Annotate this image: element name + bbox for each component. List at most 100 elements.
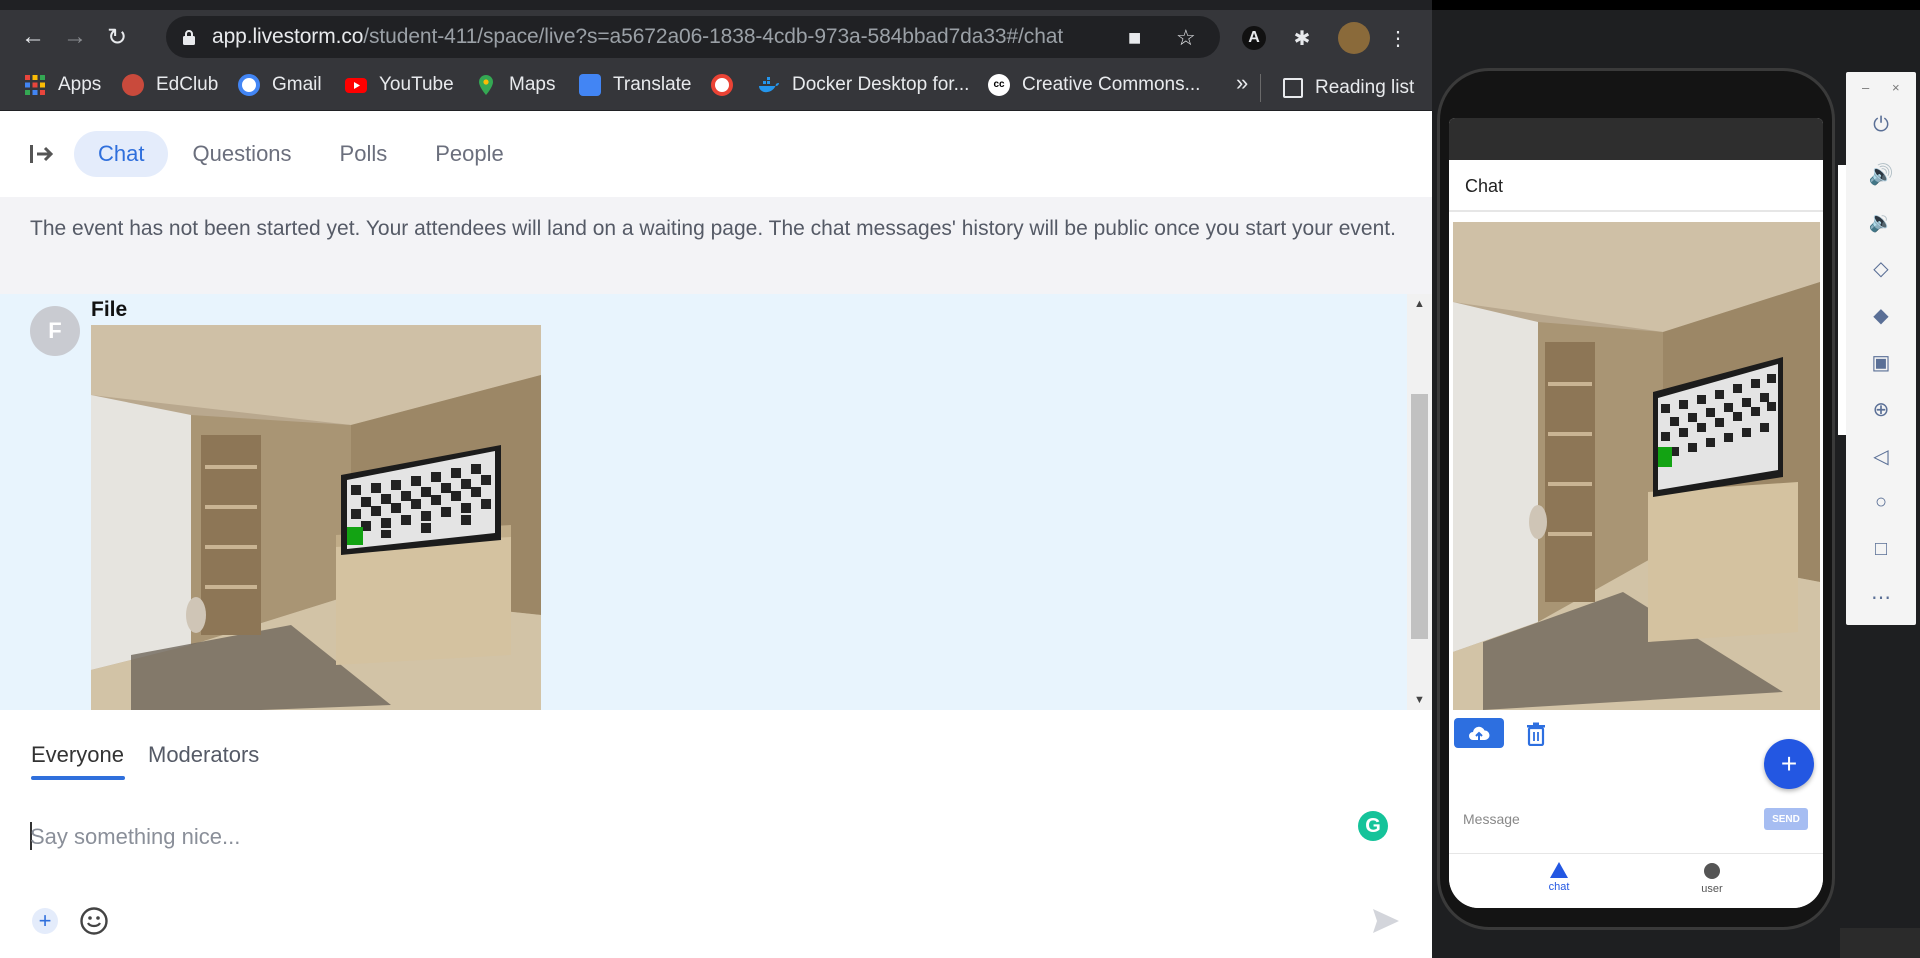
tab-strip [0,0,1432,10]
tab-everyone[interactable]: Everyone [31,742,124,768]
message-input[interactable]: Say something nice... [30,824,240,850]
chat-scrollbar[interactable]: ▲ ▼ [1407,294,1432,710]
overview-icon[interactable]: □ [1868,538,1894,564]
event-notice: The event has not been started yet. Your… [0,197,1432,294]
message-author: File [91,298,128,321]
emulator-screen: Chat + Message SEND chat user [1449,118,1823,908]
bookmark-label: Maps [509,74,556,95]
reload-icon[interactable]: ↻ [100,20,134,54]
reading-list-icon [1283,78,1303,98]
bookmark-apps[interactable]: Apps [24,74,101,96]
close-icon[interactable]: × [1892,80,1900,95]
mobile-app-bar: Chat [1449,160,1823,212]
add-fab-button[interactable]: + [1764,739,1814,789]
chat-messages: F File [0,294,1432,710]
collapse-panel-icon[interactable] [28,140,56,168]
bookmark-label: EdClub [156,74,219,95]
tab-polls[interactable]: Polls [316,131,412,177]
back-icon[interactable]: ← [16,20,50,54]
triangle-icon [1550,862,1568,878]
grammarly-icon[interactable]: G [1358,811,1388,841]
mobile-message-image[interactable] [1453,222,1820,710]
power-icon[interactable]: ⏻ [1868,114,1894,140]
lock-icon [183,30,195,45]
docker-icon [759,77,779,93]
camera-blocked-icon[interactable]: ■ [1128,25,1141,51]
scroll-up-icon[interactable]: ▲ [1414,298,1425,310]
status-bar [1449,118,1823,160]
bookmark-gmail[interactable]: Gmail [238,74,322,96]
profile-avatar[interactable] [1338,22,1370,54]
send-icon[interactable] [1370,905,1402,937]
nav-chat[interactable]: chat [1529,862,1589,893]
volume-up-icon[interactable]: 🔊 [1868,162,1894,188]
url-text: app.livestorm.co/student-411/space/live?… [212,25,1064,48]
bookmark-star-icon[interactable]: ☆ [1176,25,1196,51]
maps-icon [479,75,493,95]
extension-a-icon[interactable]: A [1242,26,1266,50]
minimize-icon[interactable]: – [1862,80,1869,95]
bookmark-creative-commons[interactable]: cc Creative Commons... [988,74,1200,96]
menu-dots-icon[interactable]: ⋮ [1386,26,1410,50]
desktop-strip [1432,0,1920,10]
youtube-icon [345,78,367,93]
google-icon [238,74,260,96]
scroll-down-icon[interactable]: ▼ [1414,694,1425,706]
emulator-controls: – × ⏻ 🔊 🔉 ◇ ◆ ▣ ⊕ ◁ ○ □ ⋯ [1846,72,1916,625]
mobile-message-input[interactable]: Message [1463,811,1520,827]
more-icon[interactable]: ⋯ [1868,585,1894,611]
home-icon[interactable]: ○ [1868,491,1894,517]
tab-questions[interactable]: Questions [168,131,315,177]
rotate-left-icon[interactable]: ◇ [1868,256,1894,282]
cc-icon: cc [988,74,1010,96]
cloud-upload-icon [1469,726,1490,741]
browser-toolbar: ← → ↻ app.livestorm.co/student-411/space… [0,10,1432,64]
trash-icon[interactable] [1525,722,1547,746]
bookmark-maps[interactable]: Maps [475,74,555,96]
nav-user-label: user [1701,883,1723,895]
apps-grid-icon [25,75,45,95]
tab-chat[interactable]: Chat [74,131,169,177]
forward-icon[interactable]: → [58,20,92,54]
add-attachment-button[interactable]: + [32,908,58,934]
avatar: F [30,306,80,356]
tab-people[interactable]: People [411,131,528,177]
bookmarks-more-icon[interactable]: » [1236,70,1248,96]
mobile-bottom-nav: chat user [1449,853,1823,908]
edclub-icon [122,74,144,96]
bookmark-docker[interactable]: Docker Desktop for... [758,74,969,96]
bookmark-label: YouTube [379,74,454,95]
nav-user[interactable]: user [1682,862,1742,895]
bookmark-label: Docker Desktop for... [792,74,970,95]
mobile-title: Chat [1465,176,1504,196]
active-tab-indicator [31,776,125,780]
scroll-thumb[interactable] [1411,394,1428,639]
bookmark-translate[interactable]: Translate [579,74,692,96]
bookmarks-bar: Apps EdClub Gmail YouTube Maps Translate… [0,64,1432,111]
back-nav-icon[interactable]: ◁ [1868,444,1894,470]
reading-list-button[interactable]: Reading list [1260,74,1414,102]
bookmark-label: Creative Commons... [1022,74,1201,95]
rotate-right-icon[interactable]: ◆ [1868,303,1894,329]
bookmark-edclub[interactable]: EdClub [122,74,218,96]
message-image[interactable] [91,325,541,710]
puzzle-icon[interactable]: ✱ [1290,26,1314,50]
bookmark-google[interactable] [711,74,733,96]
mobile-send-button[interactable]: SEND [1764,808,1808,830]
bookmark-youtube[interactable]: YouTube [345,74,454,96]
chat-tabs: Chat Questions Polls People [0,111,1432,197]
system-tray [1840,928,1920,958]
volume-down-icon[interactable]: 🔉 [1868,209,1894,235]
upload-button[interactable] [1454,718,1504,748]
camera-icon[interactable]: ▣ [1868,350,1894,376]
browser-window: ← → ↻ app.livestorm.co/student-411/space… [0,0,1432,958]
circle-icon [1704,863,1720,879]
emoji-icon[interactable] [79,906,109,936]
tab-moderators[interactable]: Moderators [148,742,259,768]
background-window-edge [1838,165,1846,435]
audience-tabs: Everyone Moderators [0,710,1432,784]
address-bar[interactable]: app.livestorm.co/student-411/space/live?… [166,16,1220,58]
nav-chat-label: chat [1548,881,1570,893]
zoom-icon[interactable]: ⊕ [1868,397,1894,423]
reading-list-label: Reading list [1315,77,1415,98]
